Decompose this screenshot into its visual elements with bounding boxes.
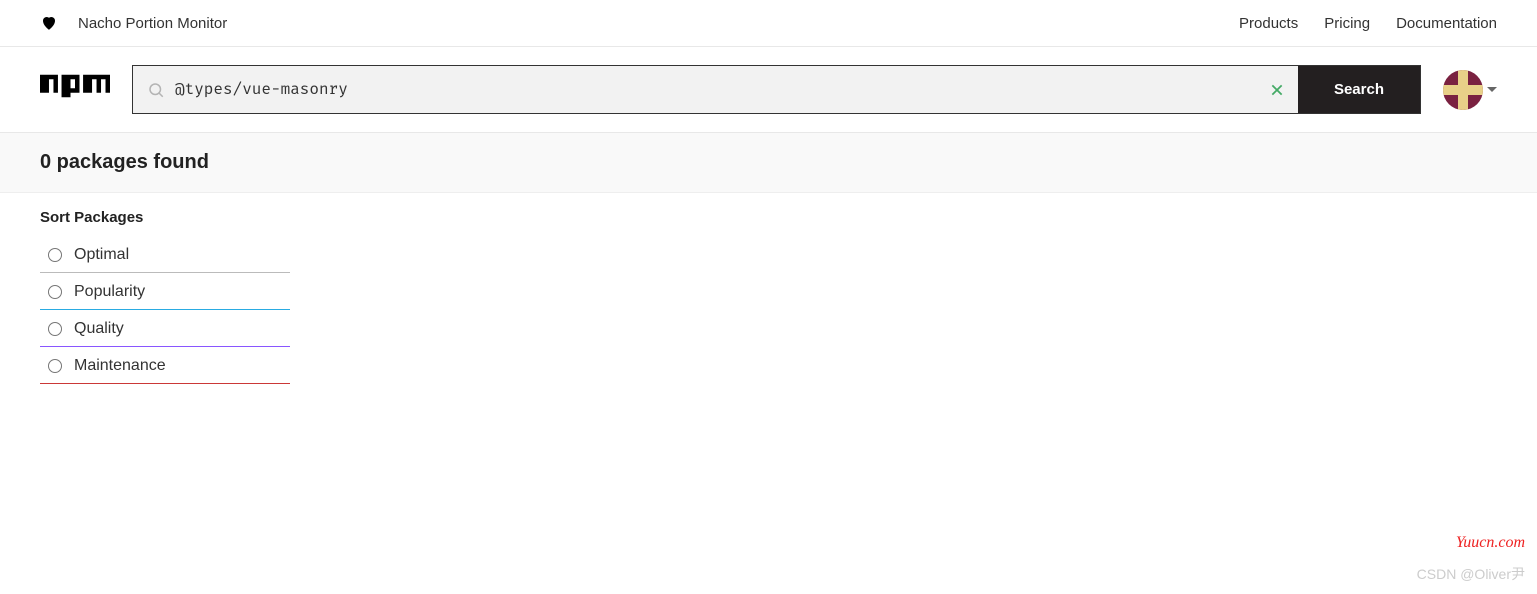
sort-radio-maintenance[interactable] bbox=[48, 359, 62, 373]
watermark-site: Yuucn.com bbox=[1456, 534, 1525, 552]
sort-radio-quality[interactable] bbox=[48, 322, 62, 336]
results-count: 0 packages found bbox=[40, 151, 1497, 174]
nav-products[interactable]: Products bbox=[1239, 15, 1298, 32]
sort-radio-optimal[interactable] bbox=[48, 248, 62, 262]
sort-heading: Sort Packages bbox=[40, 209, 1497, 226]
watermark-author: CSDN @Oliver尹 bbox=[1417, 564, 1525, 584]
sort-radio-popularity[interactable] bbox=[48, 285, 62, 299]
search-box bbox=[133, 66, 1298, 113]
content: Sort Packages Optimal Popularity Quality… bbox=[0, 193, 1537, 400]
sort-label: Popularity bbox=[74, 283, 145, 301]
top-nav: Products Pricing Documentation bbox=[1239, 15, 1497, 32]
clear-icon[interactable] bbox=[1270, 83, 1284, 97]
top-bar: Nacho Portion Monitor Products Pricing D… bbox=[0, 0, 1537, 47]
results-bar: 0 packages found bbox=[0, 133, 1537, 193]
search-icon bbox=[147, 81, 165, 99]
user-menu[interactable] bbox=[1443, 70, 1497, 110]
avatar bbox=[1443, 70, 1483, 110]
search-button[interactable]: Search bbox=[1298, 66, 1420, 113]
npm-logo[interactable] bbox=[40, 73, 110, 106]
sort-label: Optimal bbox=[74, 246, 129, 264]
search-row: Search bbox=[0, 47, 1537, 133]
sort-label: Quality bbox=[74, 320, 124, 338]
heart-icon bbox=[40, 14, 58, 32]
nav-pricing[interactable]: Pricing bbox=[1324, 15, 1370, 32]
top-bar-left: Nacho Portion Monitor bbox=[40, 14, 227, 32]
search-container: Search bbox=[132, 65, 1421, 114]
nav-documentation[interactable]: Documentation bbox=[1396, 15, 1497, 32]
tagline: Nacho Portion Monitor bbox=[78, 15, 227, 32]
sort-option-maintenance[interactable]: Maintenance bbox=[40, 347, 290, 384]
sort-option-popularity[interactable]: Popularity bbox=[40, 273, 290, 310]
chevron-down-icon bbox=[1487, 85, 1497, 95]
sort-option-optimal[interactable]: Optimal bbox=[40, 236, 290, 273]
sort-option-quality[interactable]: Quality bbox=[40, 310, 290, 347]
search-input[interactable] bbox=[175, 66, 1260, 113]
sort-label: Maintenance bbox=[74, 357, 166, 375]
sort-list: Optimal Popularity Quality Maintenance bbox=[40, 236, 290, 384]
